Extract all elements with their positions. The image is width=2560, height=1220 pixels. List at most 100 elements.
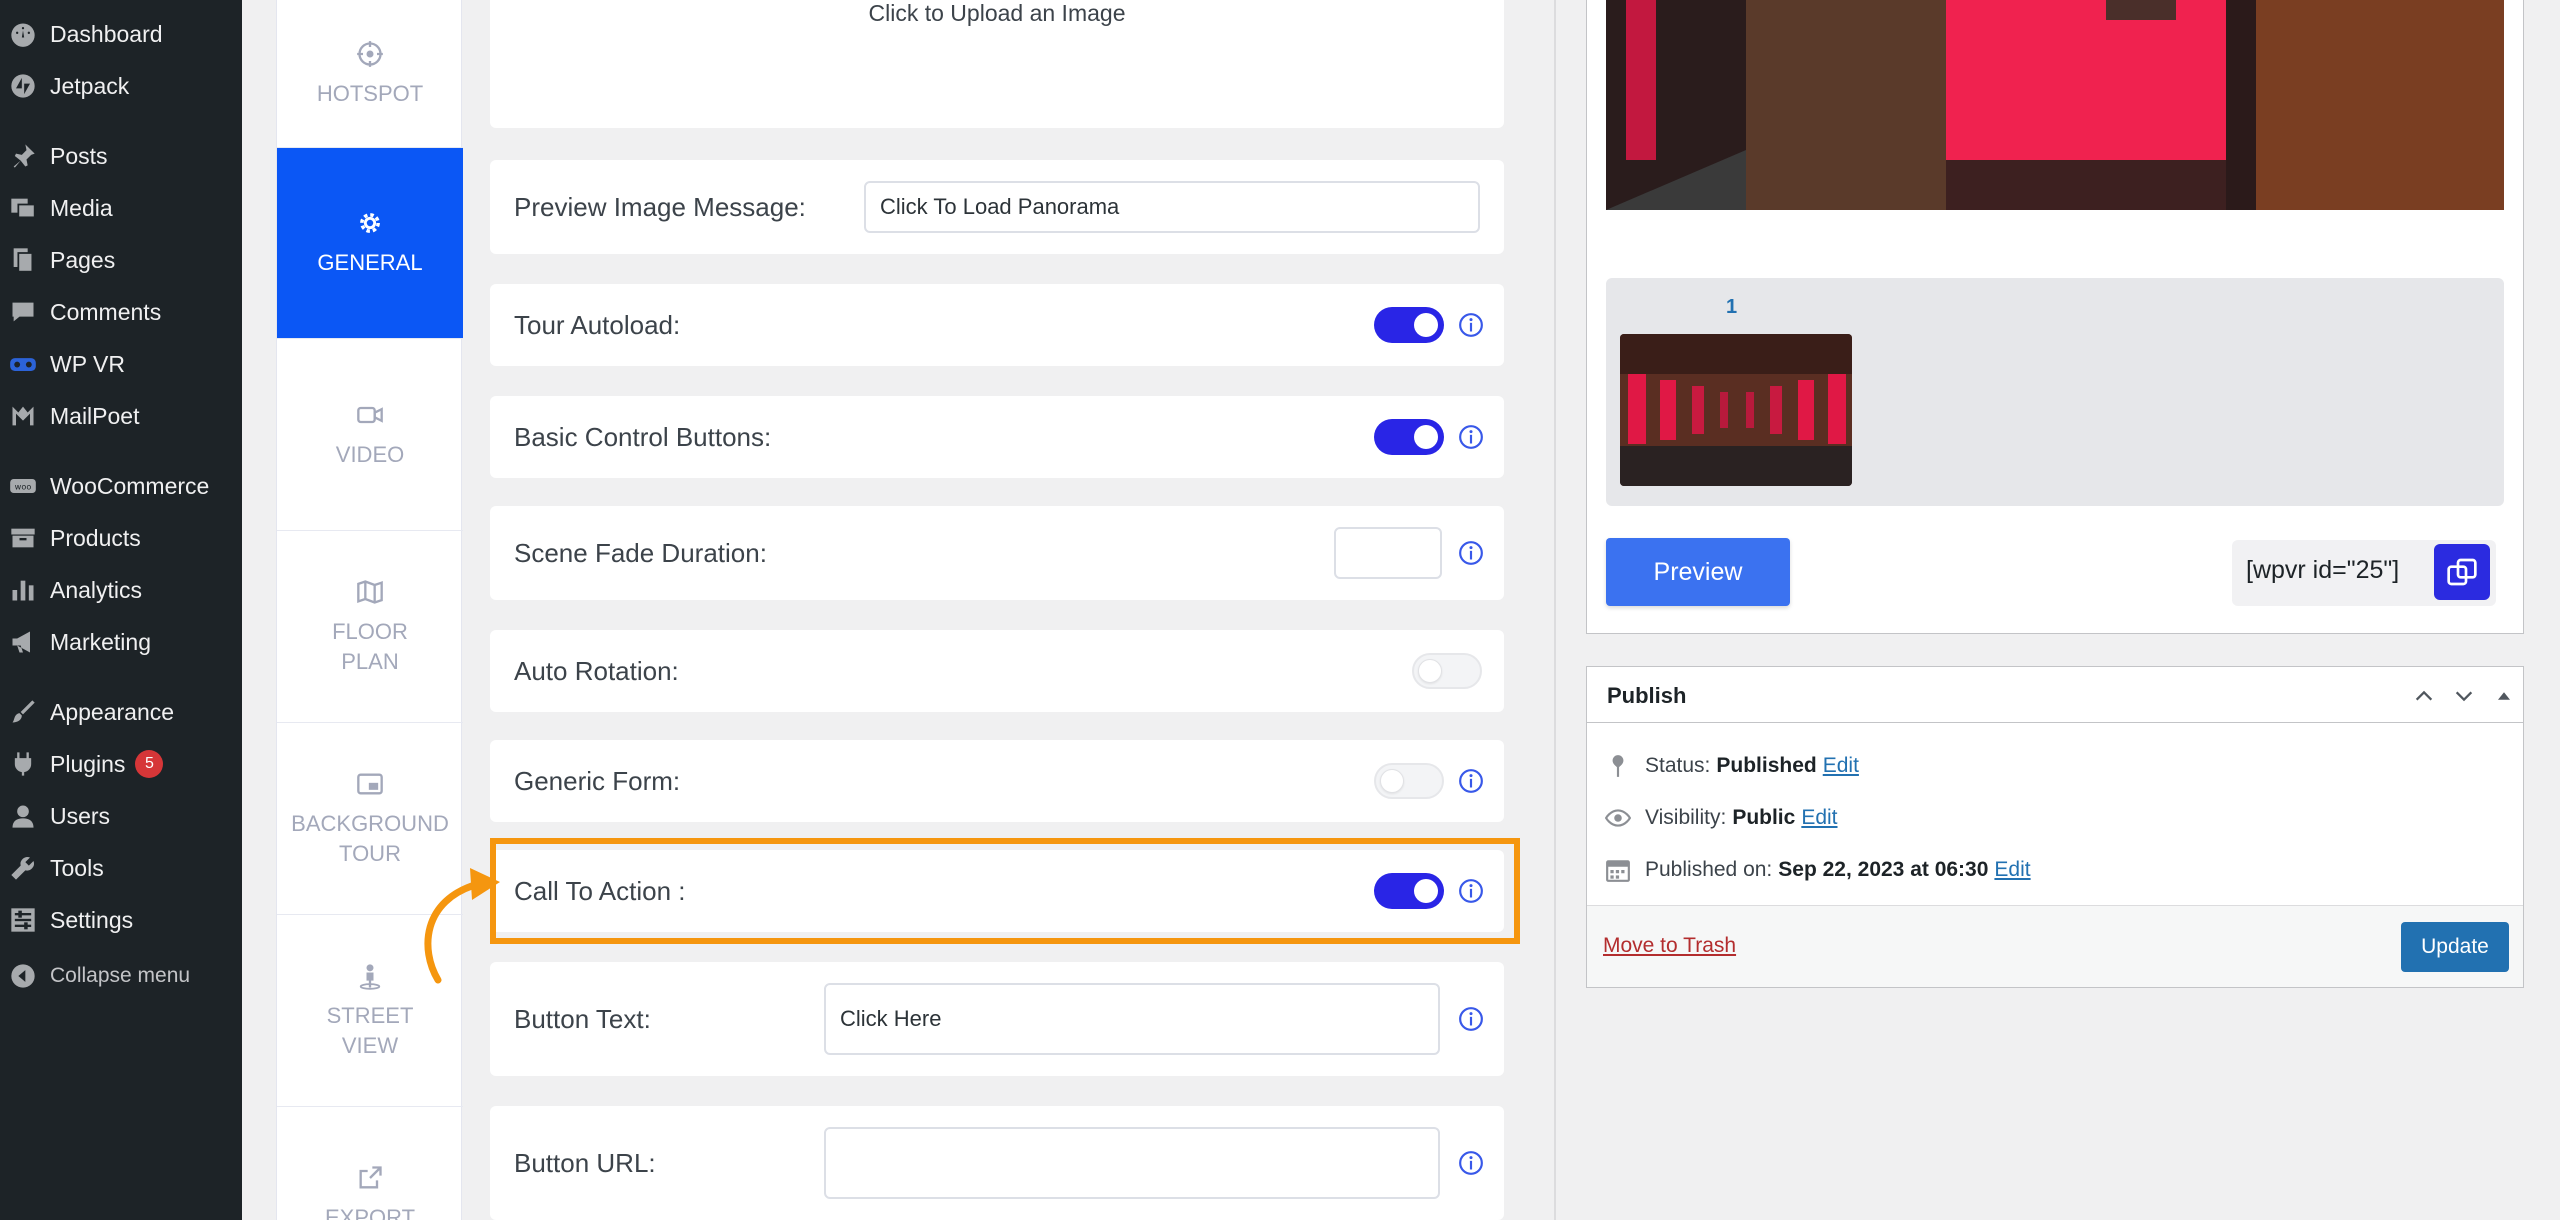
- jetpack-icon: [6, 69, 40, 103]
- tab-label-line2: VIEW: [341, 1032, 399, 1058]
- info-icon[interactable]: [1458, 424, 1484, 450]
- update-button[interactable]: Update: [2401, 922, 2509, 972]
- crosshair-icon: [355, 39, 385, 69]
- published-on-label: Published on:: [1645, 858, 1773, 881]
- menu-label: MailPoet: [50, 402, 140, 429]
- user-icon: [6, 799, 40, 833]
- tab-floor-plan[interactable]: FLOOR PLAN: [277, 531, 463, 723]
- tab-general[interactable]: GENERAL: [277, 148, 463, 339]
- setting-button-url: Button URL:: [490, 1106, 1504, 1220]
- menu-item-settings[interactable]: Settings: [0, 898, 242, 942]
- wrench-icon: [6, 851, 40, 885]
- menu-item-appearance[interactable]: Appearance: [0, 690, 242, 734]
- calendar-icon: [1606, 860, 1630, 882]
- street-view-person-icon: [355, 961, 385, 991]
- scene-number: 1: [1726, 296, 1738, 318]
- pages-icon: [6, 243, 40, 277]
- info-icon[interactable]: [1458, 1006, 1484, 1032]
- menu-label: Appearance: [50, 698, 175, 725]
- status-label: Status:: [1645, 754, 1711, 777]
- button-text-input[interactable]: [824, 983, 1440, 1055]
- tab-export[interactable]: EXPORT: [277, 1107, 463, 1220]
- video-camera-icon: [355, 400, 385, 430]
- tab-label: GENERAL: [317, 250, 423, 275]
- menu-item-mailpoet[interactable]: MailPoet: [0, 394, 242, 438]
- publish-status-row: Status: Published Edit: [1605, 749, 1859, 783]
- edit-visibility-link[interactable]: Edit: [1801, 806, 1837, 830]
- menu-item-posts[interactable]: Posts: [0, 134, 242, 178]
- menu-item-woocommerce[interactable]: woo WooCommerce: [0, 464, 242, 508]
- toggle-panel-button[interactable]: [2489, 681, 2519, 711]
- move-up-button[interactable]: [2409, 681, 2439, 711]
- tab-label-line1: FLOOR: [332, 618, 408, 644]
- menu-label: WP VR: [50, 350, 125, 377]
- admin-sidebar: Dashboard Jetpack Posts Media Pages Comm…: [0, 0, 242, 1220]
- pin-icon: [1612, 755, 1624, 777]
- tab-hotspot[interactable]: HOTSPOT: [277, 0, 463, 148]
- edit-date-link[interactable]: Edit: [1994, 858, 2030, 882]
- tour-autoload-toggle[interactable]: [1374, 307, 1444, 343]
- setting-tour-autoload: Tour Autoload:: [490, 284, 1504, 366]
- menu-item-tools[interactable]: Tools: [0, 846, 242, 890]
- dashboard-icon: [6, 17, 40, 51]
- basic-control-buttons-toggle[interactable]: [1374, 419, 1444, 455]
- shortcode-text[interactable]: [wpvr id="25"]: [2246, 556, 2399, 585]
- menu-item-jetpack[interactable]: Jetpack: [0, 64, 242, 108]
- setting-label: Generic Form:: [514, 765, 681, 796]
- sliders-icon: [6, 903, 40, 937]
- menu-item-users[interactable]: Users: [0, 794, 242, 838]
- publish-title: Publish: [1607, 683, 1687, 708]
- info-icon[interactable]: [1458, 540, 1484, 566]
- external-link-icon: [355, 1163, 385, 1193]
- publish-visibility-row: Visibility: Public Edit: [1605, 801, 1838, 835]
- menu-item-comments[interactable]: Comments: [0, 290, 242, 334]
- call-to-action-highlight: [490, 838, 1520, 944]
- menu-item-plugins[interactable]: Plugins 5: [0, 742, 242, 786]
- button-url-input[interactable]: [824, 1127, 1440, 1199]
- menu-label: Pages: [50, 246, 116, 273]
- copy-shortcode-button[interactable]: [2434, 544, 2490, 600]
- svg-text:woo: woo: [15, 482, 32, 492]
- menu-item-pages[interactable]: Pages: [0, 238, 242, 282]
- setting-label: Button Text:: [514, 1003, 651, 1034]
- brush-icon: [6, 695, 40, 729]
- menu-item-marketing[interactable]: Marketing: [0, 620, 242, 664]
- chevron-up-icon: [2415, 690, 2433, 701]
- info-icon[interactable]: [1458, 312, 1484, 338]
- edit-status-link[interactable]: Edit: [1823, 754, 1859, 778]
- menu-label: Marketing: [50, 628, 151, 655]
- collapse-menu-button[interactable]: Collapse menu: [0, 954, 242, 998]
- setting-label: Auto Rotation:: [514, 655, 679, 686]
- panorama-preview-image: [1606, 0, 2504, 210]
- menu-item-media[interactable]: Media: [0, 186, 242, 230]
- info-icon[interactable]: [1458, 768, 1484, 794]
- move-to-trash-link[interactable]: Move to Trash: [1603, 934, 1736, 958]
- info-icon[interactable]: [1458, 1150, 1484, 1176]
- preview-button[interactable]: Preview: [1606, 538, 1790, 606]
- menu-item-products[interactable]: Products: [0, 516, 242, 560]
- menu-label: Comments: [50, 298, 162, 325]
- plugin-update-count-badge: 5: [135, 750, 164, 778]
- visibility-label: Visibility:: [1645, 806, 1727, 829]
- chevron-down-icon: [2455, 691, 2473, 702]
- menu-item-dashboard[interactable]: Dashboard: [0, 12, 242, 56]
- scene-thumbnail[interactable]: [1620, 334, 1852, 486]
- menu-label: Collapse menu: [50, 964, 191, 987]
- publish-box-header: Publish: [1587, 667, 2523, 723]
- preview-image-upload[interactable]: Click to Upload an Image: [490, 0, 1504, 128]
- generic-form-toggle[interactable]: [1374, 763, 1444, 799]
- auto-rotation-toggle[interactable]: [1412, 653, 1482, 689]
- tab-video[interactable]: VIDEO: [277, 339, 463, 531]
- menu-label: Tools: [50, 854, 104, 881]
- visibility-value: Public: [1732, 806, 1796, 829]
- move-down-button[interactable]: [2449, 681, 2479, 711]
- setting-basic-control-buttons: Basic Control Buttons:: [490, 396, 1504, 478]
- menu-item-analytics[interactable]: Analytics: [0, 568, 242, 612]
- menu-label: Plugins: [50, 750, 126, 777]
- scene-fade-duration-input[interactable]: [1334, 527, 1442, 579]
- menu-label: Jetpack: [50, 72, 130, 99]
- setting-label: Scene Fade Duration:: [514, 537, 767, 568]
- preview-image-message-input[interactable]: [864, 181, 1480, 233]
- tab-label: HOTSPOT: [316, 80, 424, 106]
- menu-item-wp-vr[interactable]: WP VR: [0, 342, 242, 386]
